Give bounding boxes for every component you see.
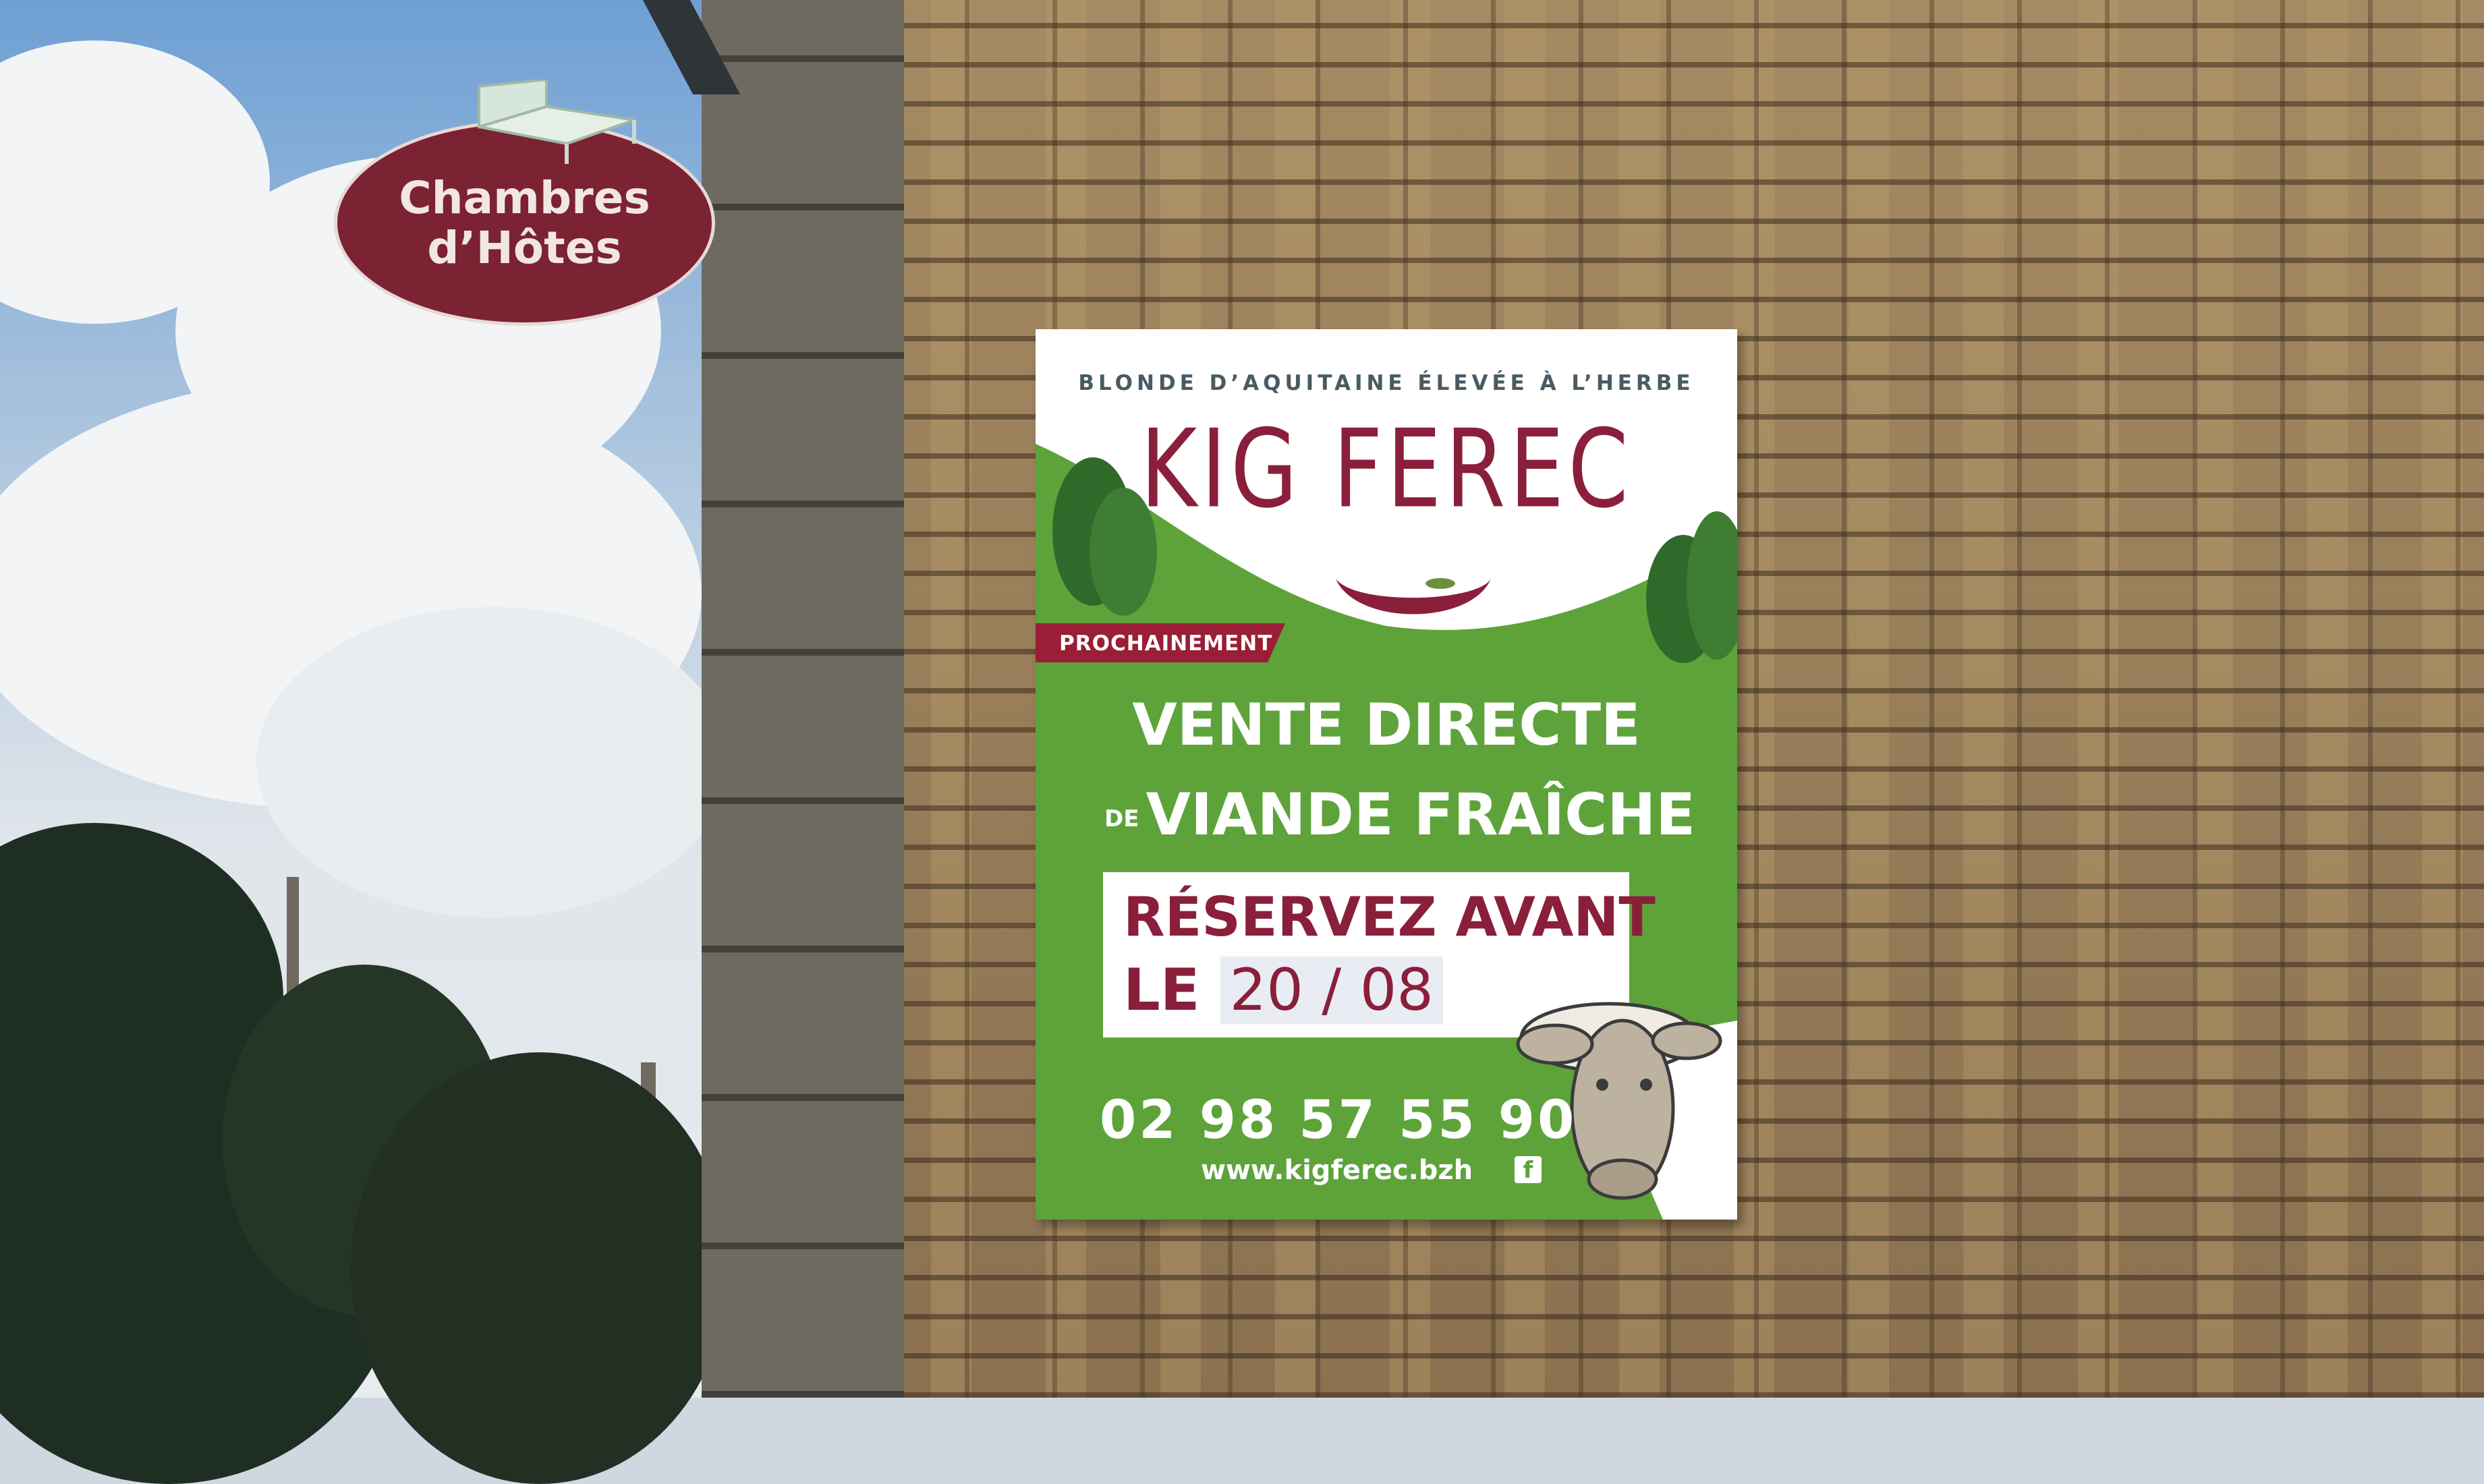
sign-line-1: Chambres bbox=[399, 171, 650, 224]
website-url: www.kigferec.bzh bbox=[1201, 1155, 1473, 1186]
reserve-date: 20 / 08 bbox=[1220, 957, 1444, 1024]
smile-logo-icon bbox=[1336, 578, 1491, 615]
tagline: BLONDE D’AQUITAINE ÉLEVÉE À L’HERBE bbox=[1078, 371, 1695, 395]
corner-stones bbox=[702, 0, 904, 1398]
ribbon-label: PROCHAINEMENT bbox=[1059, 631, 1273, 656]
brand-logo-text: KIG FEREC bbox=[1140, 407, 1633, 533]
kig-ferec-banner: BLONDE D’AQUITAINE ÉLEVÉE À L’HERBE KIG … bbox=[1036, 329, 1737, 1220]
facebook-icon: f bbox=[1515, 1156, 1542, 1184]
cow-icon bbox=[1516, 1002, 1737, 1220]
headline-de: DE bbox=[1104, 805, 1139, 832]
tree bbox=[351, 1052, 729, 1484]
cloud bbox=[256, 607, 729, 917]
phone-number: 02 98 57 55 90 bbox=[1100, 1090, 1577, 1151]
reserve-le: LE bbox=[1123, 957, 1200, 1024]
reserve-line-2: LE 20 / 08 bbox=[1123, 957, 1444, 1024]
prochainement-ribbon: PROCHAINEMENT bbox=[1036, 623, 1285, 662]
bed-icon bbox=[478, 80, 636, 164]
reserve-line-1: RÉSERVEZ AVANT bbox=[1123, 886, 1656, 948]
sign-line-2: d’Hôtes bbox=[427, 221, 622, 274]
headline-line2: VIANDE FRAÎCHE bbox=[1146, 781, 1695, 849]
headline-viande-fraiche: DE VIANDE FRAÎCHE bbox=[1063, 781, 1737, 849]
photo-scene: Chambres d’Hôtes BLONDE D’AQUITAINE ÉLEV… bbox=[0, 0, 2484, 1484]
headline-vente-directe: VENTE DIRECTE bbox=[1132, 691, 1641, 759]
